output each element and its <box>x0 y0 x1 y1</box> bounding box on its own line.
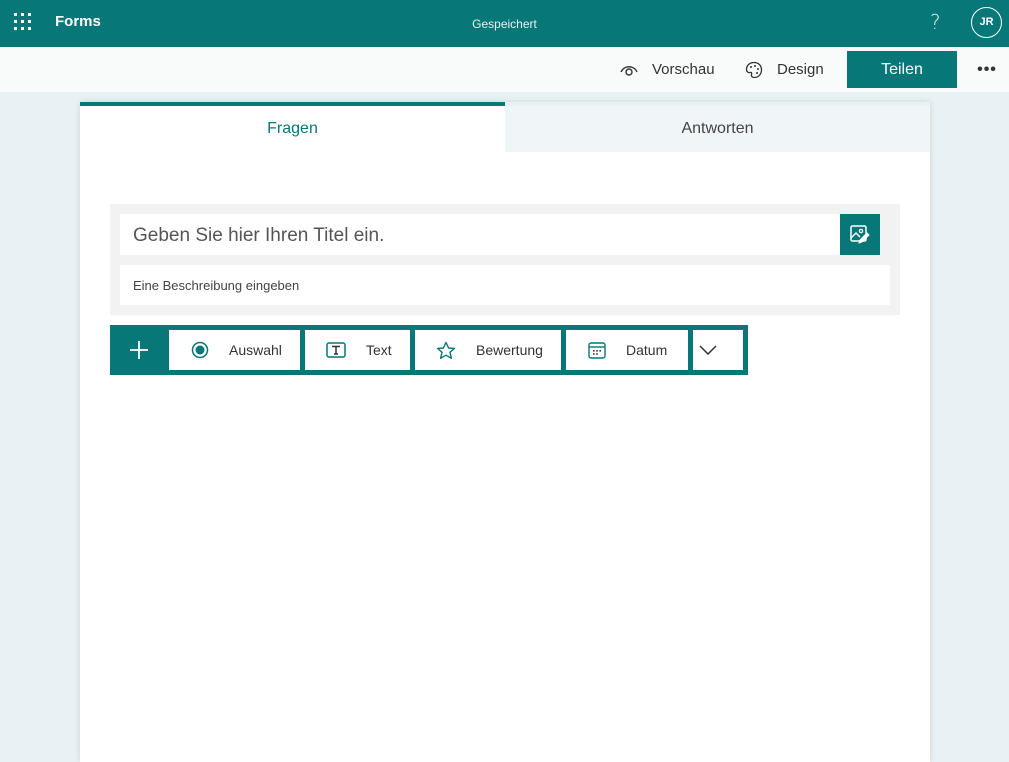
radio-icon <box>191 341 209 359</box>
preview-button[interactable]: Vorschau <box>620 47 715 92</box>
star-icon <box>436 341 456 359</box>
avatar[interactable]: JR <box>971 7 1002 38</box>
top-bar: Forms Gespeichert ? JR <box>0 0 1009 47</box>
command-bar: Vorschau Design Teilen ••• <box>0 47 1009 92</box>
text-label: Text <box>366 342 392 358</box>
form-title-input[interactable]: Geben Sie hier Ihren Titel ein. <box>120 214 840 255</box>
plus-icon <box>130 341 148 359</box>
form-editor-card: Fragen Antworten Geben Sie hier Ihren Ti… <box>80 102 930 762</box>
design-button[interactable]: Design <box>745 47 824 92</box>
text-icon <box>326 342 346 358</box>
add-question-toolbar: Auswahl Text Bewertung Datum <box>110 325 748 375</box>
rating-label: Bewertung <box>476 342 543 358</box>
preview-label: Vorschau <box>652 61 715 78</box>
tab-responses[interactable]: Antworten <box>505 106 930 152</box>
palette-icon <box>745 61 763 78</box>
date-label: Datum <box>626 342 668 358</box>
more-question-types-button[interactable] <box>693 330 743 370</box>
chevron-down-icon <box>699 345 717 355</box>
question-type-text[interactable]: Text <box>305 330 410 370</box>
form-description-input[interactable]: Eine Beschreibung eingeben <box>120 265 890 305</box>
add-question-button[interactable] <box>110 325 168 375</box>
form-header-section: Geben Sie hier Ihren Titel ein. Eine Bes… <box>110 204 900 315</box>
help-icon[interactable]: ? <box>930 10 941 34</box>
save-status: Gespeichert <box>472 17 537 31</box>
more-options-button[interactable]: ••• <box>972 55 1002 85</box>
calendar-icon <box>588 342 606 359</box>
question-type-rating[interactable]: Bewertung <box>415 330 561 370</box>
choice-label: Auswahl <box>229 342 282 358</box>
eye-icon <box>620 65 638 76</box>
question-type-date[interactable]: Datum <box>566 330 688 370</box>
tab-questions[interactable]: Fragen <box>80 102 505 152</box>
question-type-choice[interactable]: Auswahl <box>169 330 300 370</box>
insert-image-button[interactable] <box>840 214 880 255</box>
image-edit-icon <box>850 224 870 244</box>
design-label: Design <box>777 61 824 78</box>
share-button[interactable]: Teilen <box>847 51 957 88</box>
